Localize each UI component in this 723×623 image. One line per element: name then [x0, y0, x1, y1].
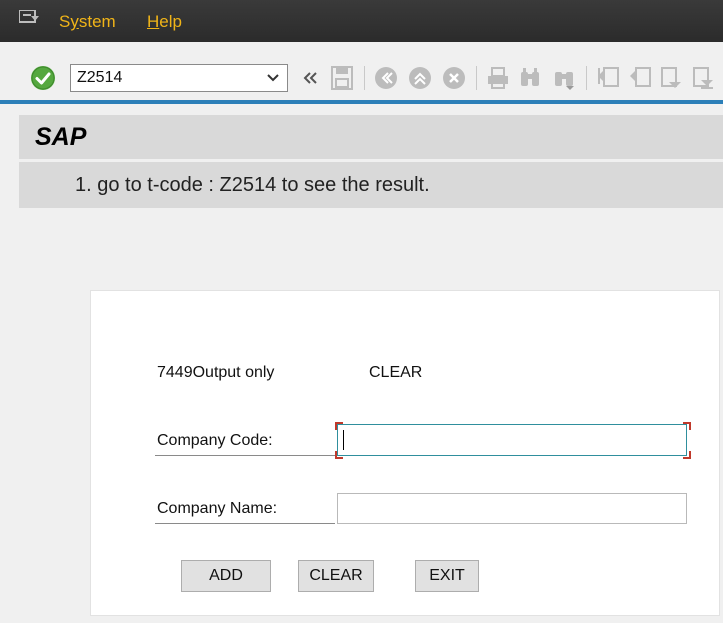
system-menu-icon[interactable] — [19, 10, 39, 24]
focus-corner — [683, 451, 691, 459]
company-code-label: Company Code: — [157, 432, 273, 449]
last-page-icon[interactable] — [692, 64, 716, 92]
focus-corner — [335, 422, 343, 430]
instruction-text: 1. go to t-code : Z2514 to see the resul… — [75, 174, 430, 196]
add-button[interactable]: ADD — [181, 560, 271, 592]
print-icon[interactable] — [486, 64, 510, 92]
focus-corner — [683, 422, 691, 430]
company-code-input[interactable] — [337, 424, 687, 456]
title-bar: SAP — [19, 115, 723, 159]
clear-button[interactable]: CLEAR — [298, 560, 374, 592]
toolbar-separator — [586, 66, 587, 90]
page-title: SAP — [35, 123, 87, 151]
cancel-icon[interactable] — [442, 64, 466, 92]
company-name-input[interactable] — [337, 493, 687, 524]
command-input[interactable] — [77, 69, 257, 87]
menu-system[interactable]: System — [59, 12, 116, 32]
message-bar: 1. go to t-code : Z2514 to see the resul… — [19, 162, 723, 208]
menu-system-label: S — [59, 12, 71, 31]
toolbar-separator — [476, 66, 477, 90]
find-icon[interactable] — [518, 64, 542, 92]
menu-bar: System Help — [0, 0, 723, 42]
exit-button[interactable]: EXIT — [415, 560, 479, 592]
enter-check-icon[interactable] — [31, 66, 55, 90]
command-field[interactable] — [70, 64, 288, 92]
exit-icon[interactable] — [408, 64, 432, 92]
save-icon[interactable] — [330, 64, 354, 92]
collapse-double-chevron-icon[interactable] — [300, 64, 324, 92]
back-icon[interactable] — [374, 64, 398, 92]
menu-help[interactable]: Help — [147, 12, 182, 32]
first-page-icon[interactable] — [596, 64, 620, 92]
clear-text: CLEAR — [369, 364, 423, 381]
find-next-icon[interactable] — [552, 64, 576, 92]
text-cursor — [343, 430, 344, 450]
menu-help-label-rest: elp — [159, 12, 182, 31]
company-code-label-underline — [155, 455, 335, 456]
toolbar-separator — [364, 66, 365, 90]
toolbar-accent-line — [0, 100, 723, 104]
menu-help-accelerator: H — [147, 12, 160, 31]
menu-system-accelerator: y — [70, 12, 79, 31]
company-name-label-underline — [155, 523, 335, 524]
output-only-text: 7449Output only — [157, 364, 275, 381]
menu-system-label-rest: stem — [78, 12, 116, 31]
previous-page-icon[interactable] — [628, 64, 652, 92]
focus-corner — [335, 451, 343, 459]
next-page-icon[interactable] — [660, 64, 684, 92]
company-name-label: Company Name: — [157, 500, 278, 517]
dropdown-chevron-icon[interactable] — [267, 71, 279, 85]
